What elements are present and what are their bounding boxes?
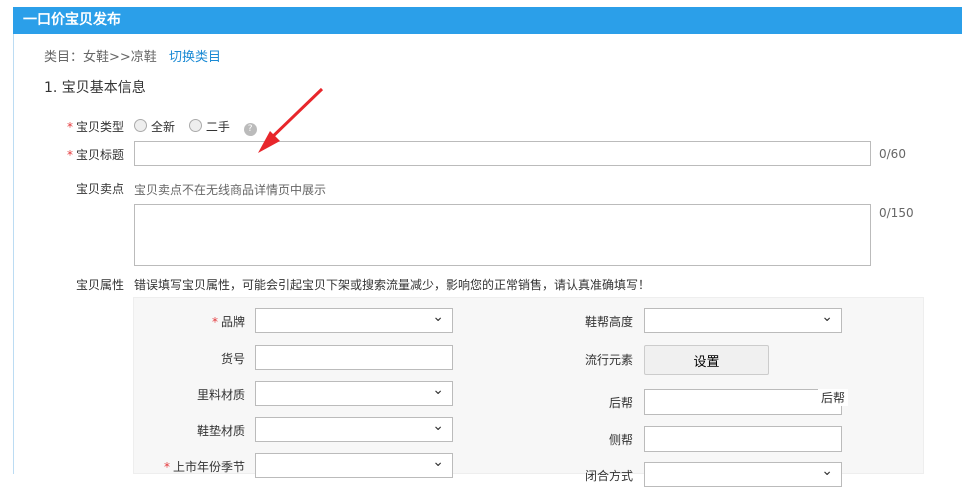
category-path: 类目：女鞋>>凉鞋 xyxy=(44,50,157,65)
article-no-input[interactable] xyxy=(255,345,453,370)
fashion-element-label: 流行元素 xyxy=(584,353,633,367)
selling-point-counter: 0/150 xyxy=(879,206,914,220)
radio-new[interactable]: 全新 xyxy=(134,119,175,134)
side-upper-label: 侧帮 xyxy=(608,433,633,447)
heel-counter-label: 后帮 xyxy=(608,396,633,410)
switch-category-link[interactable]: 切换类目 xyxy=(169,50,221,65)
lining-material-label: 里料材质 xyxy=(196,388,245,402)
season-select[interactable] xyxy=(255,453,453,478)
side-upper-input[interactable] xyxy=(644,426,842,452)
title-counter: 0/60 xyxy=(879,147,906,161)
attributes-label: 宝贝属性 xyxy=(75,278,124,292)
insole-material-select[interactable] xyxy=(255,417,453,442)
insole-material-label: 鞋垫材质 xyxy=(196,424,245,438)
season-label: * 上市年份季节 xyxy=(163,460,245,474)
red-arrow-annotation xyxy=(258,87,324,153)
brand-select[interactable] xyxy=(255,308,453,333)
overlay-text: 后帮 xyxy=(818,389,849,406)
attributes-warning: 错误填写宝贝属性，可能会引起宝贝下架或搜索流量减少，影响您的正常销售，请认真准确… xyxy=(134,278,651,292)
upper-height-label: 鞋帮高度 xyxy=(584,315,633,329)
lining-material-select[interactable] xyxy=(255,381,453,406)
item-title-input[interactable] xyxy=(134,141,871,166)
selling-point-label: 宝贝卖点 xyxy=(75,182,124,196)
fashion-element-settings-button[interactable]: 设置 xyxy=(644,345,769,375)
closure-select[interactable] xyxy=(644,462,842,487)
selling-point-textarea[interactable] xyxy=(134,204,871,266)
radio-used[interactable]: 二手 xyxy=(188,119,230,134)
upper-height-select[interactable] xyxy=(644,308,842,333)
item-type-radios: 全新 二手 ? xyxy=(134,118,257,136)
section-title: 1. 宝贝基本信息 xyxy=(44,80,146,96)
closure-label: 闭合方式 xyxy=(584,469,633,483)
article-no-label: 货号 xyxy=(220,352,245,366)
category-line: 类目：女鞋>>凉鞋 切换类目 xyxy=(44,46,221,65)
heel-counter-input[interactable] xyxy=(644,389,842,415)
item-title-label: * 宝贝标题 xyxy=(66,148,124,162)
selling-point-hint: 宝贝卖点不在无线商品详情页中展示 xyxy=(134,183,327,197)
item-type-label: * 宝贝类型 xyxy=(66,120,124,134)
page-header: 一口价宝贝发布 xyxy=(13,7,962,34)
brand-label: * 品牌 xyxy=(211,315,245,329)
